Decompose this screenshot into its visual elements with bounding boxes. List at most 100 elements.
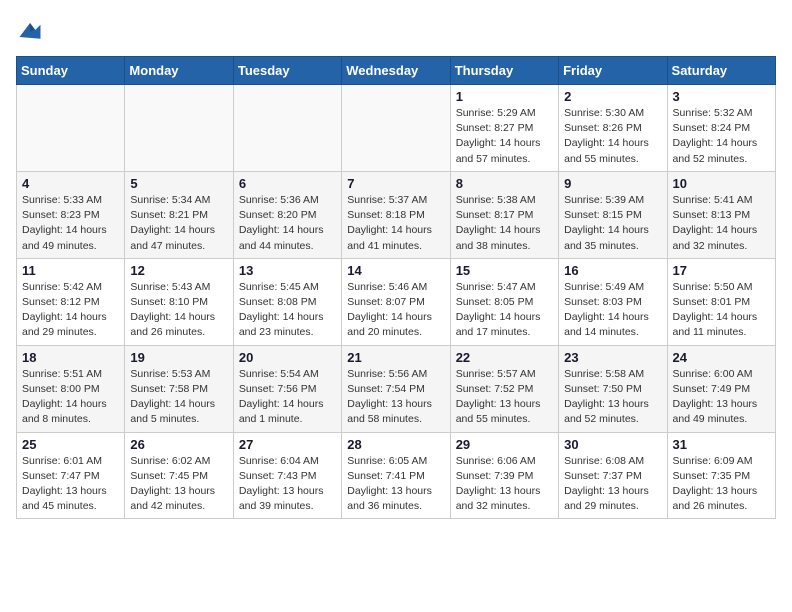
day-info: Sunrise: 5:46 AM Sunset: 8:07 PM Dayligh…	[347, 280, 444, 341]
calendar-week-row: 1 Sunrise: 5:29 AM Sunset: 8:27 PM Daylig…	[17, 85, 776, 172]
day-number: 7	[347, 176, 444, 191]
calendar-week-row: 4 Sunrise: 5:33 AM Sunset: 8:23 PM Daylig…	[17, 171, 776, 258]
calendar-cell: 22 Sunrise: 5:57 AM Sunset: 7:52 PM Dayli…	[450, 345, 558, 432]
calendar-cell: 4 Sunrise: 5:33 AM Sunset: 8:23 PM Daylig…	[17, 171, 125, 258]
day-number: 22	[456, 350, 553, 365]
day-number: 24	[673, 350, 770, 365]
calendar-cell: 19 Sunrise: 5:53 AM Sunset: 7:58 PM Dayli…	[125, 345, 233, 432]
calendar-cell: 27 Sunrise: 6:04 AM Sunset: 7:43 PM Dayli…	[233, 432, 341, 519]
day-number: 31	[673, 437, 770, 452]
calendar-cell	[233, 85, 341, 172]
day-info: Sunrise: 5:41 AM Sunset: 8:13 PM Dayligh…	[673, 193, 770, 254]
calendar-cell: 17 Sunrise: 5:50 AM Sunset: 8:01 PM Dayli…	[667, 258, 775, 345]
day-info: Sunrise: 6:02 AM Sunset: 7:45 PM Dayligh…	[130, 454, 227, 515]
day-info: Sunrise: 6:04 AM Sunset: 7:43 PM Dayligh…	[239, 454, 336, 515]
calendar-cell: 15 Sunrise: 5:47 AM Sunset: 8:05 PM Dayli…	[450, 258, 558, 345]
day-info: Sunrise: 5:53 AM Sunset: 7:58 PM Dayligh…	[130, 367, 227, 428]
day-info: Sunrise: 5:56 AM Sunset: 7:54 PM Dayligh…	[347, 367, 444, 428]
day-number: 30	[564, 437, 661, 452]
calendar-cell: 10 Sunrise: 5:41 AM Sunset: 8:13 PM Dayli…	[667, 171, 775, 258]
calendar-cell: 14 Sunrise: 5:46 AM Sunset: 8:07 PM Dayli…	[342, 258, 450, 345]
day-number: 14	[347, 263, 444, 278]
calendar-cell: 8 Sunrise: 5:38 AM Sunset: 8:17 PM Daylig…	[450, 171, 558, 258]
calendar-week-row: 18Sunrise: 5:51 AM Sunset: 8:00 PM Dayli…	[17, 345, 776, 432]
calendar-cell: 24 Sunrise: 6:00 AM Sunset: 7:49 PM Dayli…	[667, 345, 775, 432]
day-info: Sunrise: 5:39 AM Sunset: 8:15 PM Dayligh…	[564, 193, 661, 254]
calendar-cell	[125, 85, 233, 172]
weekday-header: Friday	[559, 57, 667, 85]
day-info: Sunrise: 5:34 AM Sunset: 8:21 PM Dayligh…	[130, 193, 227, 254]
calendar-cell: 6 Sunrise: 5:36 AM Sunset: 8:20 PM Daylig…	[233, 171, 341, 258]
day-number: 4	[22, 176, 119, 191]
calendar-cell: 25Sunrise: 6:01 AM Sunset: 7:47 PM Dayli…	[17, 432, 125, 519]
day-number: 12	[130, 263, 227, 278]
calendar-cell: 1 Sunrise: 5:29 AM Sunset: 8:27 PM Daylig…	[450, 85, 558, 172]
calendar-cell: 11Sunrise: 5:42 AM Sunset: 8:12 PM Dayli…	[17, 258, 125, 345]
day-info: Sunrise: 6:00 AM Sunset: 7:49 PM Dayligh…	[673, 367, 770, 428]
calendar-cell: 30 Sunrise: 6:08 AM Sunset: 7:37 PM Dayli…	[559, 432, 667, 519]
calendar-cell: 3 Sunrise: 5:32 AM Sunset: 8:24 PM Daylig…	[667, 85, 775, 172]
day-info: Sunrise: 5:29 AM Sunset: 8:27 PM Dayligh…	[456, 106, 553, 167]
day-info: Sunrise: 5:33 AM Sunset: 8:23 PM Dayligh…	[22, 193, 119, 254]
day-number: 26	[130, 437, 227, 452]
day-info: Sunrise: 6:06 AM Sunset: 7:39 PM Dayligh…	[456, 454, 553, 515]
day-number: 3	[673, 89, 770, 104]
day-number: 25	[22, 437, 119, 452]
calendar-cell: 12 Sunrise: 5:43 AM Sunset: 8:10 PM Dayli…	[125, 258, 233, 345]
day-info: Sunrise: 5:36 AM Sunset: 8:20 PM Dayligh…	[239, 193, 336, 254]
calendar-cell: 9 Sunrise: 5:39 AM Sunset: 8:15 PM Daylig…	[559, 171, 667, 258]
calendar-cell: 5 Sunrise: 5:34 AM Sunset: 8:21 PM Daylig…	[125, 171, 233, 258]
day-number: 9	[564, 176, 661, 191]
weekday-header: Thursday	[450, 57, 558, 85]
calendar-cell: 2 Sunrise: 5:30 AM Sunset: 8:26 PM Daylig…	[559, 85, 667, 172]
day-number: 15	[456, 263, 553, 278]
day-info: Sunrise: 6:08 AM Sunset: 7:37 PM Dayligh…	[564, 454, 661, 515]
day-number: 2	[564, 89, 661, 104]
calendar-cell: 21Sunrise: 5:56 AM Sunset: 7:54 PM Dayli…	[342, 345, 450, 432]
day-number: 28	[347, 437, 444, 452]
day-info: Sunrise: 5:50 AM Sunset: 8:01 PM Dayligh…	[673, 280, 770, 341]
day-number: 20	[239, 350, 336, 365]
day-info: Sunrise: 5:45 AM Sunset: 8:08 PM Dayligh…	[239, 280, 336, 341]
day-info: Sunrise: 5:38 AM Sunset: 8:17 PM Dayligh…	[456, 193, 553, 254]
calendar-cell: 18Sunrise: 5:51 AM Sunset: 8:00 PM Dayli…	[17, 345, 125, 432]
calendar-cell: 31Sunrise: 6:09 AM Sunset: 7:35 PM Dayli…	[667, 432, 775, 519]
day-info: Sunrise: 5:37 AM Sunset: 8:18 PM Dayligh…	[347, 193, 444, 254]
day-number: 5	[130, 176, 227, 191]
logo	[16, 16, 48, 44]
day-info: Sunrise: 5:43 AM Sunset: 8:10 PM Dayligh…	[130, 280, 227, 341]
day-info: Sunrise: 5:47 AM Sunset: 8:05 PM Dayligh…	[456, 280, 553, 341]
calendar-cell: 28Sunrise: 6:05 AM Sunset: 7:41 PM Dayli…	[342, 432, 450, 519]
day-number: 6	[239, 176, 336, 191]
day-info: Sunrise: 5:54 AM Sunset: 7:56 PM Dayligh…	[239, 367, 336, 428]
calendar-week-row: 25Sunrise: 6:01 AM Sunset: 7:47 PM Dayli…	[17, 432, 776, 519]
day-number: 13	[239, 263, 336, 278]
calendar-header-row: SundayMondayTuesdayWednesdayThursdayFrid…	[17, 57, 776, 85]
weekday-header: Tuesday	[233, 57, 341, 85]
day-number: 10	[673, 176, 770, 191]
calendar-cell: 16Sunrise: 5:49 AM Sunset: 8:03 PM Dayli…	[559, 258, 667, 345]
calendar-cell: 13 Sunrise: 5:45 AM Sunset: 8:08 PM Dayli…	[233, 258, 341, 345]
day-info: Sunrise: 5:42 AM Sunset: 8:12 PM Dayligh…	[22, 280, 119, 341]
weekday-header: Wednesday	[342, 57, 450, 85]
day-number: 29	[456, 437, 553, 452]
day-info: Sunrise: 5:49 AM Sunset: 8:03 PM Dayligh…	[564, 280, 661, 341]
day-number: 8	[456, 176, 553, 191]
day-number: 23	[564, 350, 661, 365]
calendar-cell	[342, 85, 450, 172]
calendar-cell: 23Sunrise: 5:58 AM Sunset: 7:50 PM Dayli…	[559, 345, 667, 432]
day-info: Sunrise: 5:32 AM Sunset: 8:24 PM Dayligh…	[673, 106, 770, 167]
day-info: Sunrise: 5:30 AM Sunset: 8:26 PM Dayligh…	[564, 106, 661, 167]
day-number: 19	[130, 350, 227, 365]
calendar-table: SundayMondayTuesdayWednesdayThursdayFrid…	[16, 56, 776, 519]
day-number: 17	[673, 263, 770, 278]
calendar-cell: 26 Sunrise: 6:02 AM Sunset: 7:45 PM Dayli…	[125, 432, 233, 519]
weekday-header: Sunday	[17, 57, 125, 85]
page-header	[16, 16, 776, 44]
day-number: 27	[239, 437, 336, 452]
logo-icon	[16, 16, 44, 44]
day-number: 1	[456, 89, 553, 104]
day-info: Sunrise: 5:57 AM Sunset: 7:52 PM Dayligh…	[456, 367, 553, 428]
calendar-cell	[17, 85, 125, 172]
weekday-header: Monday	[125, 57, 233, 85]
